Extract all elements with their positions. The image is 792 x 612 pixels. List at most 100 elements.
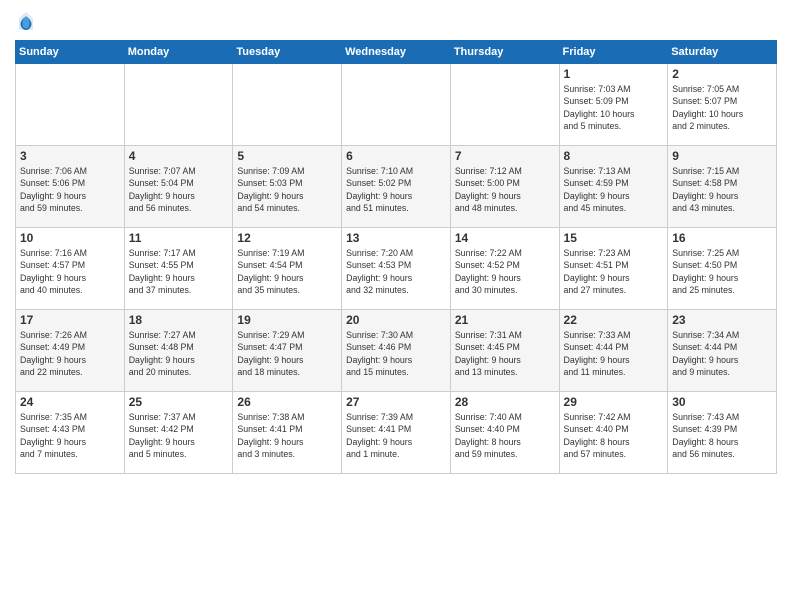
calendar-cell: 18Sunrise: 7:27 AM Sunset: 4:48 PM Dayli… (124, 310, 233, 392)
calendar-cell (124, 64, 233, 146)
day-info: Sunrise: 7:42 AM Sunset: 4:40 PM Dayligh… (564, 411, 664, 460)
calendar-cell: 20 Sunrise: 7:30 AM Sunset: 4:46 PM Dayli… (342, 310, 451, 392)
header-day-thursday: Thursday (450, 41, 559, 64)
day-number: 29 (564, 395, 664, 409)
header (15, 10, 777, 32)
day-number: 2 (672, 67, 772, 81)
calendar-cell: 1 Sunrise: 7:03 AM Sunset: 5:09 PM Daylig… (559, 64, 668, 146)
day-info: Sunrise: 7:29 AM Sunset: 4:47 PM Dayligh… (237, 329, 337, 378)
logo (15, 10, 35, 32)
day-number: 25 (129, 395, 229, 409)
day-number: 13 (346, 231, 446, 245)
day-info: Sunrise: 7:33 AM Sunset: 4:44 PM Dayligh… (564, 329, 664, 378)
day-number: 20 (346, 313, 446, 327)
day-number: 3 (20, 149, 120, 163)
day-info: Sunrise: 7:09 AM Sunset: 5:03 PM Dayligh… (237, 165, 337, 214)
day-info: Sunrise: 7:19 AM Sunset: 4:54 PM Dayligh… (237, 247, 337, 296)
calendar-cell: 29 Sunrise: 7:42 AM Sunset: 4:40 PM Dayli… (559, 392, 668, 474)
calendar-cell: 14 Sunrise: 7:22 AM Sunset: 4:52 PM Dayli… (450, 228, 559, 310)
day-number: 28 (455, 395, 555, 409)
calendar-cell: 30Sunrise: 7:43 AM Sunset: 4:39 PM Dayli… (668, 392, 777, 474)
day-number: 4 (129, 149, 229, 163)
day-info: Sunrise: 7:34 AM Sunset: 4:44 PM Dayligh… (672, 329, 772, 378)
calendar-cell (233, 64, 342, 146)
day-number: 9 (672, 149, 772, 163)
calendar-header-row: SundayMondayTuesdayWednesdayThursdayFrid… (16, 41, 777, 64)
calendar-cell (342, 64, 451, 146)
day-info: Sunrise: 7:40 AM Sunset: 4:40 PM Dayligh… (455, 411, 555, 460)
calendar-week-row: 17 Sunrise: 7:26 AM Sunset: 4:49 PM Dayli… (16, 310, 777, 392)
day-info: Sunrise: 7:06 AM Sunset: 5:06 PM Dayligh… (20, 165, 120, 214)
calendar-cell: 7 Sunrise: 7:12 AM Sunset: 5:00 PM Daylig… (450, 146, 559, 228)
calendar-cell: 23 Sunrise: 7:34 AM Sunset: 4:44 PM Dayli… (668, 310, 777, 392)
calendar-cell: 21 Sunrise: 7:31 AM Sunset: 4:45 PM Dayli… (450, 310, 559, 392)
calendar-cell: 11Sunrise: 7:17 AM Sunset: 4:55 PM Dayli… (124, 228, 233, 310)
day-info: Sunrise: 7:43 AM Sunset: 4:39 PM Dayligh… (672, 411, 772, 460)
day-number: 14 (455, 231, 555, 245)
calendar-cell: 4 Sunrise: 7:07 AM Sunset: 5:04 PM Daylig… (124, 146, 233, 228)
day-number: 24 (20, 395, 120, 409)
header-day-tuesday: Tuesday (233, 41, 342, 64)
calendar-week-row: 3 Sunrise: 7:06 AM Sunset: 5:06 PM Daylig… (16, 146, 777, 228)
calendar-cell: 2 Sunrise: 7:05 AM Sunset: 5:07 PM Daylig… (668, 64, 777, 146)
day-info: Sunrise: 7:16 AM Sunset: 4:57 PM Dayligh… (20, 247, 120, 296)
calendar-cell: 16Sunrise: 7:25 AM Sunset: 4:50 PM Dayli… (668, 228, 777, 310)
day-number: 12 (237, 231, 337, 245)
header-day-wednesday: Wednesday (342, 41, 451, 64)
day-number: 5 (237, 149, 337, 163)
calendar-table: SundayMondayTuesdayWednesdayThursdayFrid… (15, 40, 777, 474)
page: SundayMondayTuesdayWednesdayThursdayFrid… (0, 0, 792, 612)
header-day-sunday: Sunday (16, 41, 125, 64)
calendar-cell: 28 Sunrise: 7:40 AM Sunset: 4:40 PM Dayli… (450, 392, 559, 474)
day-info: Sunrise: 7:23 AM Sunset: 4:51 PM Dayligh… (564, 247, 664, 296)
calendar-week-row: 1 Sunrise: 7:03 AM Sunset: 5:09 PM Daylig… (16, 64, 777, 146)
logo-icon (17, 10, 35, 32)
day-info: Sunrise: 7:22 AM Sunset: 4:52 PM Dayligh… (455, 247, 555, 296)
day-info: Sunrise: 7:39 AM Sunset: 4:41 PM Dayligh… (346, 411, 446, 460)
day-info: Sunrise: 7:13 AM Sunset: 4:59 PM Dayligh… (564, 165, 664, 214)
day-info: Sunrise: 7:31 AM Sunset: 4:45 PM Dayligh… (455, 329, 555, 378)
day-number: 7 (455, 149, 555, 163)
day-number: 10 (20, 231, 120, 245)
day-info: Sunrise: 7:35 AM Sunset: 4:43 PM Dayligh… (20, 411, 120, 460)
day-info: Sunrise: 7:30 AM Sunset: 4:46 PM Dayligh… (346, 329, 446, 378)
header-day-saturday: Saturday (668, 41, 777, 64)
day-number: 21 (455, 313, 555, 327)
calendar-cell: 27 Sunrise: 7:39 AM Sunset: 4:41 PM Dayli… (342, 392, 451, 474)
calendar-cell: 25 Sunrise: 7:37 AM Sunset: 4:42 PM Dayli… (124, 392, 233, 474)
calendar-week-row: 24 Sunrise: 7:35 AM Sunset: 4:43 PM Dayli… (16, 392, 777, 474)
day-number: 17 (20, 313, 120, 327)
day-info: Sunrise: 7:26 AM Sunset: 4:49 PM Dayligh… (20, 329, 120, 378)
day-info: Sunrise: 7:05 AM Sunset: 5:07 PM Dayligh… (672, 83, 772, 132)
day-info: Sunrise: 7:38 AM Sunset: 4:41 PM Dayligh… (237, 411, 337, 460)
calendar-cell: 24 Sunrise: 7:35 AM Sunset: 4:43 PM Dayli… (16, 392, 125, 474)
day-number: 23 (672, 313, 772, 327)
day-number: 27 (346, 395, 446, 409)
header-day-friday: Friday (559, 41, 668, 64)
day-info: Sunrise: 7:20 AM Sunset: 4:53 PM Dayligh… (346, 247, 446, 296)
day-number: 16 (672, 231, 772, 245)
day-number: 11 (129, 231, 229, 245)
header-day-monday: Monday (124, 41, 233, 64)
day-number: 8 (564, 149, 664, 163)
calendar-cell: 9 Sunrise: 7:15 AM Sunset: 4:58 PM Daylig… (668, 146, 777, 228)
calendar-cell: 10 Sunrise: 7:16 AM Sunset: 4:57 PM Dayli… (16, 228, 125, 310)
calendar-cell: 15 Sunrise: 7:23 AM Sunset: 4:51 PM Dayli… (559, 228, 668, 310)
day-number: 15 (564, 231, 664, 245)
calendar-cell: 12 Sunrise: 7:19 AM Sunset: 4:54 PM Dayli… (233, 228, 342, 310)
calendar-cell: 3 Sunrise: 7:06 AM Sunset: 5:06 PM Daylig… (16, 146, 125, 228)
calendar-cell: 13 Sunrise: 7:20 AM Sunset: 4:53 PM Dayli… (342, 228, 451, 310)
day-info: Sunrise: 7:37 AM Sunset: 4:42 PM Dayligh… (129, 411, 229, 460)
day-number: 6 (346, 149, 446, 163)
calendar-cell (16, 64, 125, 146)
day-number: 1 (564, 67, 664, 81)
calendar-cell (450, 64, 559, 146)
day-info: Sunrise: 7:03 AM Sunset: 5:09 PM Dayligh… (564, 83, 664, 132)
calendar-cell: 6 Sunrise: 7:10 AM Sunset: 5:02 PM Daylig… (342, 146, 451, 228)
day-info: Sunrise: 7:07 AM Sunset: 5:04 PM Dayligh… (129, 165, 229, 214)
day-info: Sunrise: 7:15 AM Sunset: 4:58 PM Dayligh… (672, 165, 772, 214)
day-info: Sunrise: 7:10 AM Sunset: 5:02 PM Dayligh… (346, 165, 446, 214)
calendar-cell: 17 Sunrise: 7:26 AM Sunset: 4:49 PM Dayli… (16, 310, 125, 392)
day-info: Sunrise: 7:12 AM Sunset: 5:00 PM Dayligh… (455, 165, 555, 214)
calendar-cell: 5 Sunrise: 7:09 AM Sunset: 5:03 PM Daylig… (233, 146, 342, 228)
